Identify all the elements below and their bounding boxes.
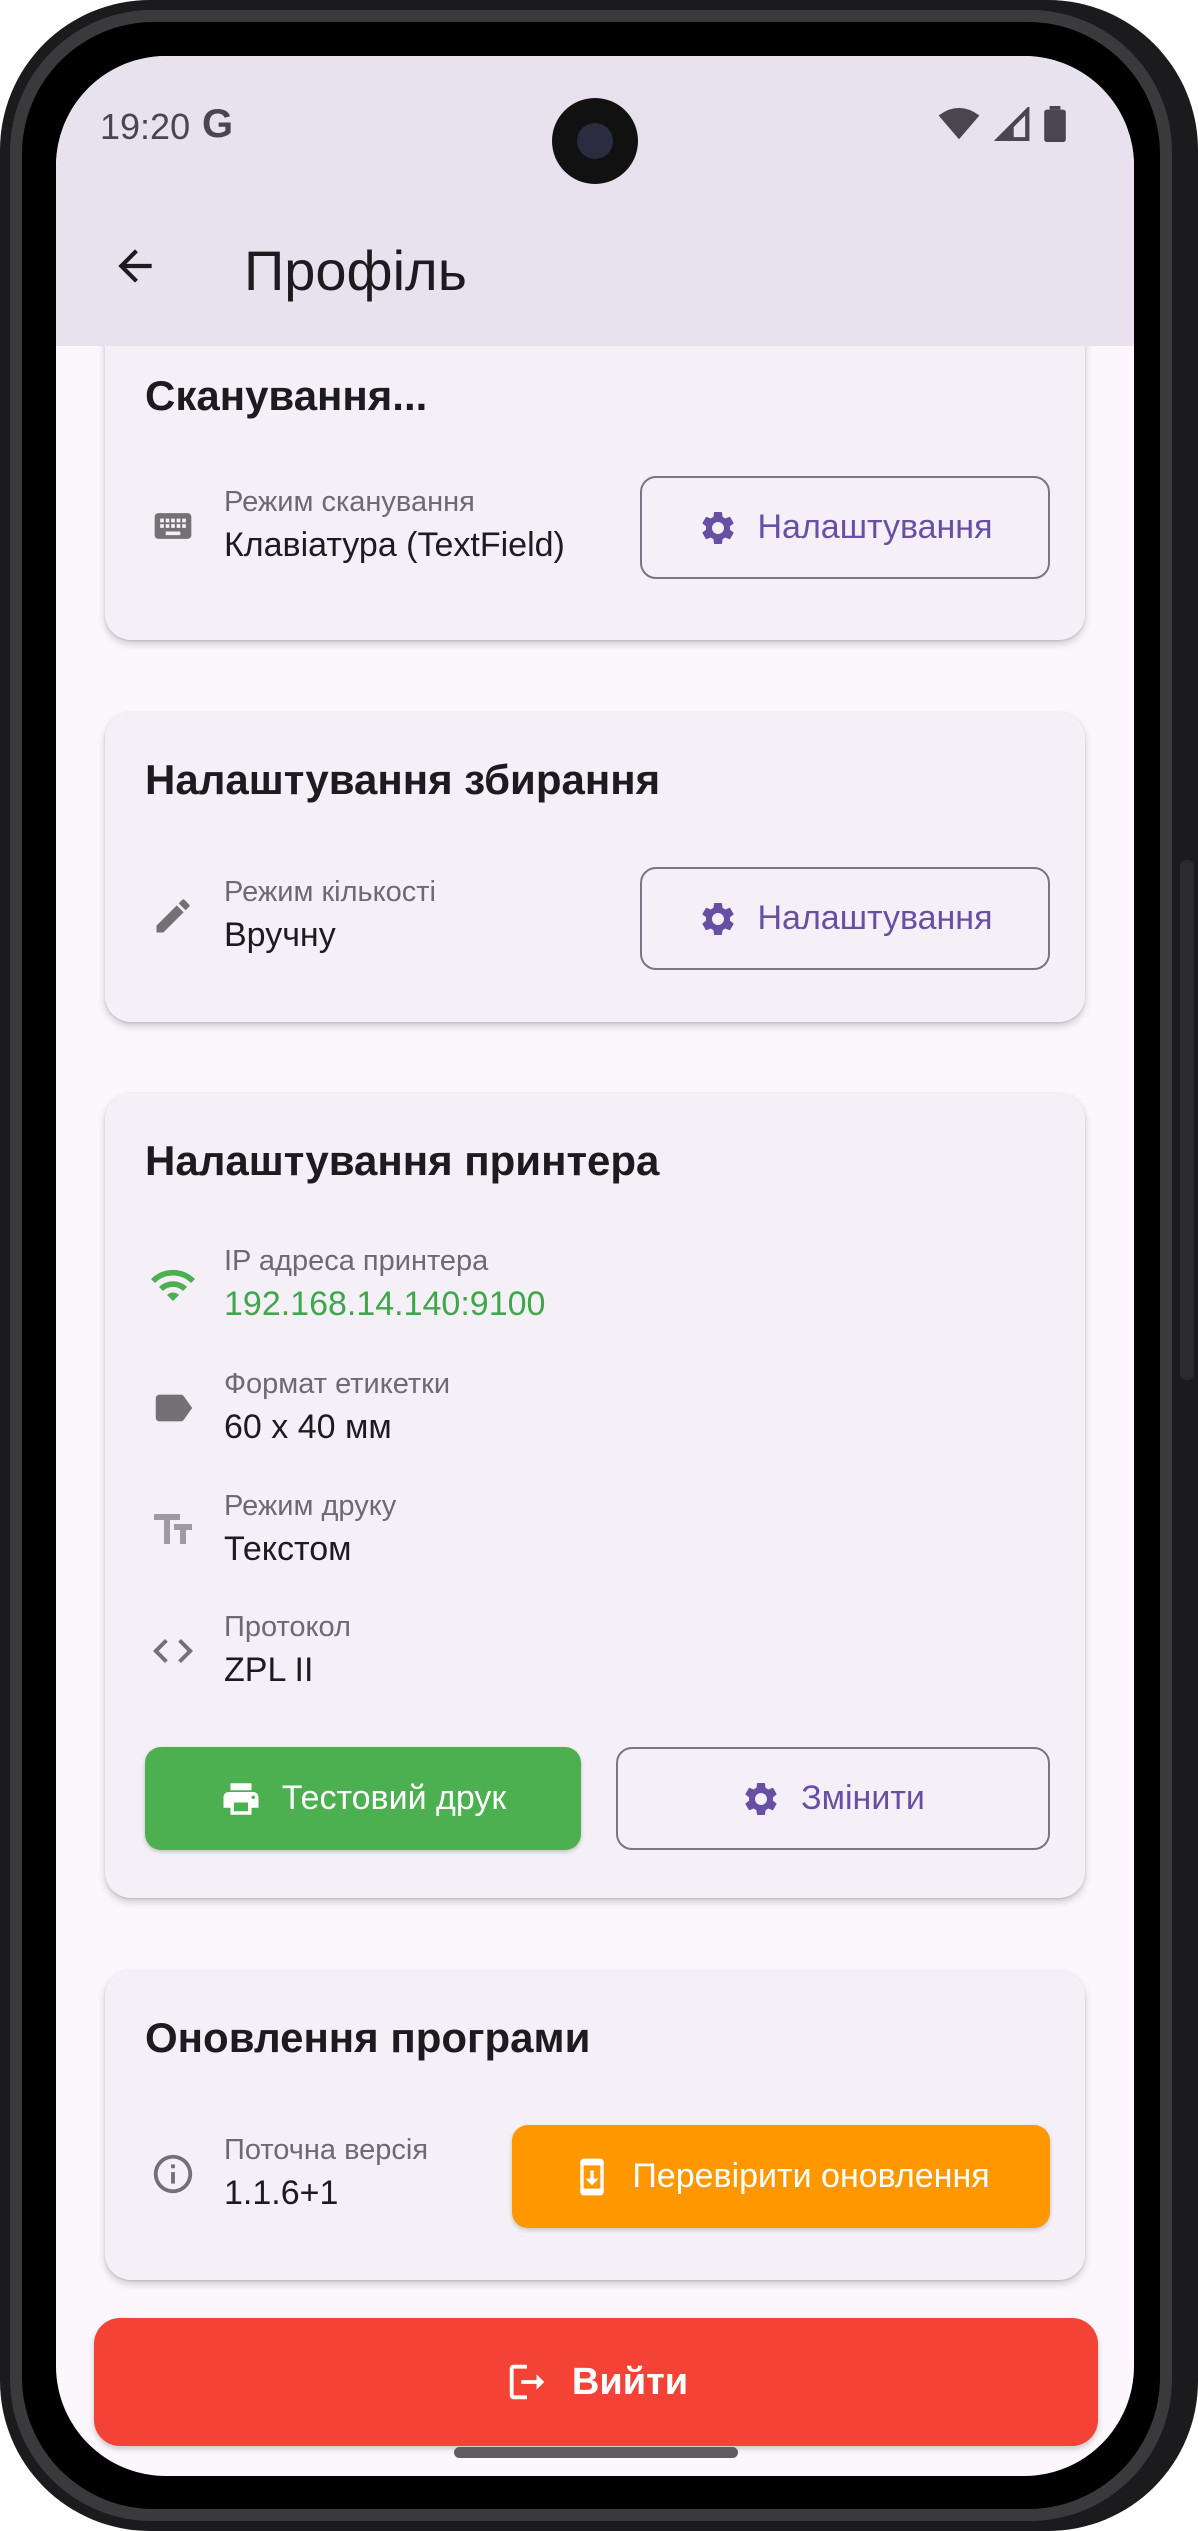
picking-card-title: Налаштування збирання <box>145 756 661 803</box>
printer-settings-card: Налаштування принтера IP адреса принтера… <box>105 1093 1085 1898</box>
scanning-settings-label: Налаштування <box>757 508 993 546</box>
system-update-icon <box>580 2158 605 2195</box>
logout-button[interactable]: Вийти <box>94 2318 1098 2446</box>
wifi-icon <box>938 107 980 140</box>
keyboard-icon <box>145 498 201 554</box>
gear-icon <box>701 902 734 935</box>
label-format-row: Формат етикетки 60 x 40 мм <box>145 1368 1045 1448</box>
front-camera <box>552 98 638 184</box>
picking-settings-label: Налаштування <box>757 899 993 937</box>
text-fields-icon <box>145 1502 201 1558</box>
protocol-row: Протокол ZPL II <box>145 1611 1045 1691</box>
code-icon <box>145 1623 201 1679</box>
label-icon <box>145 1380 201 1436</box>
scan-mode-label: Режим сканування <box>224 486 475 518</box>
change-printer-label: Змінити <box>801 1779 925 1817</box>
picking-settings-button[interactable]: Налаштування <box>640 867 1050 970</box>
print-mode-label: Режим друку <box>224 1490 397 1522</box>
screen: 19:20 G Профіль Сканування... Режим скан… <box>56 56 1134 2476</box>
back-button[interactable] <box>100 231 170 301</box>
volume-button <box>1180 1000 1194 1380</box>
update-card-title: Оновлення програми <box>145 2014 591 2061</box>
print-mode-value: Текстом <box>224 1530 352 1568</box>
change-printer-button[interactable]: Змінити <box>616 1747 1050 1850</box>
gear-icon <box>745 1782 777 1815</box>
info-icon <box>145 2146 201 2202</box>
printer-card-title: Налаштування принтера <box>145 1137 660 1184</box>
arrow-back-icon <box>118 249 152 283</box>
gear-icon <box>701 511 734 544</box>
signal-icon <box>994 107 1030 141</box>
logout-label: Вийти <box>571 2360 689 2403</box>
test-print-button[interactable]: Тестовий друк <box>145 1747 581 1850</box>
status-icons <box>938 106 1066 142</box>
check-update-label: Перевірити оновлення <box>632 2157 990 2195</box>
quantity-mode-value: Вручну <box>224 916 336 954</box>
scanning-card-title: Сканування... <box>145 372 428 419</box>
phone-frame: 19:20 G Профіль Сканування... Режим скан… <box>0 0 1198 2531</box>
printer-ip-value: 192.168.14.140:9100 <box>224 1285 546 1323</box>
top-app-bar: 19:20 G Профіль <box>56 56 1134 346</box>
wifi-icon <box>145 1257 201 1313</box>
printer-ip-row: IP адреса принтера 192.168.14.140:9100 <box>145 1245 1045 1325</box>
profile-content[interactable]: Сканування... Режим сканування Клавіатур… <box>56 346 1134 2476</box>
scanning-settings-button[interactable]: Налаштування <box>640 476 1050 579</box>
page-title: Профіль <box>244 239 467 302</box>
app-update-card: Оновлення програми Поточна версія 1.1.6+… <box>105 1970 1085 2280</box>
print-mode-row: Режим друку Текстом <box>145 1490 1045 1570</box>
home-indicator[interactable] <box>454 2447 738 2458</box>
scan-mode-value: Клавіатура (TextField) <box>224 526 565 564</box>
current-version-label: Поточна версія <box>224 2134 429 2166</box>
quantity-mode-label: Режим кількості <box>224 876 436 908</box>
printer-icon <box>223 1782 259 1815</box>
test-print-label: Тестовий друк <box>281 1779 507 1817</box>
status-time: 19:20 <box>100 106 191 147</box>
battery-icon <box>1044 106 1066 142</box>
label-format-value: 60 x 40 мм <box>224 1408 392 1446</box>
google-g-icon: G <box>202 102 234 146</box>
scanning-settings-card: Сканування... Режим сканування Клавіатур… <box>105 346 1085 640</box>
logout-icon <box>509 2364 545 2400</box>
picking-settings-card: Налаштування збирання Режим кількості Вр… <box>105 712 1085 1022</box>
printer-ip-label: IP адреса принтера <box>224 1245 489 1277</box>
protocol-value: ZPL II <box>224 1651 314 1689</box>
current-version-value: 1.1.6+1 <box>224 2174 339 2212</box>
edit-icon <box>145 888 201 944</box>
label-format-label: Формат етикетки <box>224 1368 451 1400</box>
check-update-button[interactable]: Перевірити оновлення <box>512 2125 1050 2228</box>
protocol-label: Протокол <box>224 1611 351 1643</box>
